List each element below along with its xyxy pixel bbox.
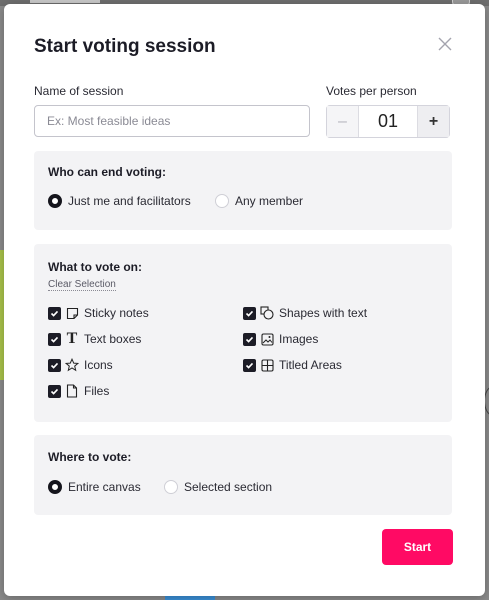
where-to-vote-section: Where to vote: Entire canvas Selected se… — [34, 435, 452, 515]
checkbox-checked-icon — [48, 384, 61, 398]
grid-icon — [260, 358, 274, 372]
checkbox-label: Text boxes — [84, 332, 142, 346]
checkbox-text-boxes[interactable]: T Text boxes — [48, 330, 142, 347]
checkbox-titled-areas[interactable]: Titled Areas — [243, 358, 342, 372]
radio-label: Any member — [235, 194, 304, 208]
checkbox-icons[interactable]: Icons — [48, 358, 113, 372]
radio-selected-icon — [48, 194, 62, 208]
file-icon — [65, 384, 79, 398]
votes-per-person-label: Votes per person — [326, 84, 417, 98]
checkbox-files[interactable]: Files — [48, 384, 109, 398]
where-to-vote-title: Where to vote: — [48, 450, 132, 464]
image-icon — [260, 332, 274, 346]
checkbox-checked-icon — [48, 358, 61, 372]
session-name-input[interactable] — [34, 105, 310, 137]
shapes-icon — [260, 306, 274, 320]
vote-on-section: What to vote on: Clear Selection Sticky … — [34, 244, 452, 422]
background-element — [165, 596, 215, 600]
checkbox-label: Files — [84, 384, 110, 398]
decrement-button[interactable]: – — [327, 106, 358, 137]
checkbox-label: Shapes with text — [279, 306, 368, 320]
radio-selected-section[interactable]: Selected section — [164, 480, 272, 494]
sticky-note-icon — [65, 306, 79, 320]
dialog-title: Start voting session — [34, 36, 216, 57]
clear-selection-link[interactable]: Clear Selection — [48, 279, 116, 291]
session-name-label: Name of session — [34, 84, 124, 98]
end-voting-section: Who can end voting: Just me and facilita… — [34, 151, 452, 230]
background-element — [30, 0, 100, 3]
close-icon[interactable] — [436, 35, 454, 53]
increment-button[interactable]: + — [418, 106, 449, 137]
votes-stepper: – 01 + — [326, 105, 450, 138]
checkbox-checked-icon — [48, 332, 61, 346]
radio-entire-canvas[interactable]: Entire canvas — [48, 480, 141, 494]
radio-label: Selected section — [184, 480, 273, 494]
checkbox-label: Images — [279, 332, 319, 346]
radio-unselected-icon — [164, 480, 178, 494]
radio-label: Entire canvas — [68, 480, 141, 494]
star-icon — [65, 358, 79, 372]
checkbox-checked-icon — [243, 332, 256, 346]
checkbox-checked-icon — [243, 306, 256, 320]
checkbox-shapes-with-text[interactable]: Shapes with text — [243, 306, 367, 320]
checkbox-label: Sticky notes — [84, 306, 149, 320]
voting-dialog: Start voting session Name of session Vot… — [4, 4, 485, 596]
checkbox-checked-icon — [48, 306, 61, 320]
checkbox-sticky-notes[interactable]: Sticky notes — [48, 306, 149, 320]
start-button[interactable]: Start — [382, 529, 453, 565]
radio-just-me[interactable]: Just me and facilitators — [48, 194, 191, 208]
checkbox-label: Icons — [84, 358, 113, 372]
checkbox-checked-icon — [243, 358, 256, 372]
end-voting-title: Who can end voting: — [48, 165, 166, 179]
text-icon: T — [66, 330, 78, 347]
checkbox-label: Titled Areas — [279, 358, 342, 372]
checkbox-images[interactable]: Images — [243, 332, 318, 346]
radio-unselected-icon — [215, 194, 229, 208]
radio-label: Just me and facilitators — [68, 194, 191, 208]
votes-value[interactable]: 01 — [358, 106, 418, 137]
vote-on-title: What to vote on: — [48, 260, 142, 274]
radio-any-member[interactable]: Any member — [215, 194, 303, 208]
radio-selected-icon — [48, 480, 62, 494]
